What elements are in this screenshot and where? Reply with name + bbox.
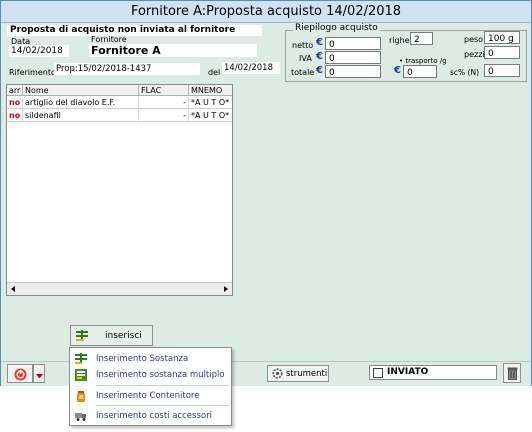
column-header-flac[interactable]: FLAC <box>139 85 189 96</box>
cell-arr: no <box>7 110 23 122</box>
riferimento-label: Riferimento <box>9 68 56 77</box>
menu-item-inserimento-multiplo[interactable]: Inserimento sostanza multiplo <box>70 366 231 384</box>
peso-label: peso <box>464 35 484 44</box>
table-row[interactable]: no sildenafil - *A U T O* <box>7 110 232 122</box>
items-table[interactable]: arr Nome FLAC MNEMO no artiglio del diav… <box>6 84 233 296</box>
iva-field[interactable]: 0 <box>325 51 381 64</box>
inserisci-button[interactable]: inserisci <box>70 325 153 346</box>
del-value: 14/02/2018 <box>222 62 280 74</box>
column-header-arr[interactable]: arr <box>7 85 23 96</box>
container-icon <box>75 390 87 402</box>
strumenti-button[interactable]: strumenti <box>267 365 329 382</box>
iva-label: IVA <box>299 54 312 63</box>
truck-icon <box>75 410 87 422</box>
chevron-down-icon <box>36 372 43 382</box>
inserisci-label: inserisci <box>105 331 142 341</box>
pezzi-field[interactable]: 0 <box>484 46 520 59</box>
menu-item-label: Inserimento sostanza multiplo <box>96 370 225 380</box>
menu-item-label: Inserimento Sostanza <box>96 354 189 364</box>
scroll-left-icon[interactable] <box>9 285 18 293</box>
totale-field[interactable]: 0 <box>325 65 381 78</box>
menu-separator <box>96 405 229 406</box>
table-row[interactable]: no artiglio del diavolo E.F. - *A U T O* <box>7 97 232 109</box>
totale-label: totale <box>291 68 315 77</box>
menu-separator <box>96 385 229 386</box>
strumenti-label: strumenti <box>286 369 328 379</box>
netto-label: netto <box>292 41 314 50</box>
column-header-mnemo[interactable]: MNEMO <box>189 85 232 96</box>
trasporto-currency: € <box>394 65 401 76</box>
trash-icon <box>507 366 518 383</box>
add-list-icon <box>75 329 89 343</box>
inviato-checkbox[interactable] <box>373 368 383 378</box>
trasporto-label: • trasporto /g <box>399 57 447 65</box>
menu-item-label: Inserimento Contenitore <box>96 391 200 401</box>
cell-arr: no <box>7 97 23 109</box>
riepilogo-title: Riepilogo acquisto <box>293 23 380 33</box>
pezzi-label: pezzi <box>464 50 485 59</box>
cell-flac: - <box>139 97 189 109</box>
data-value: 14/02/2018 <box>9 45 69 57</box>
cell-mnemo: *A U T O* <box>191 98 230 107</box>
power-icon <box>14 368 27 384</box>
inserisci-menu: Inserimento Sostanza Inserimento sostanz… <box>69 347 232 426</box>
cell-nome: sildenafil <box>23 110 139 122</box>
scroll-right-icon[interactable] <box>221 285 230 293</box>
horizontal-scrollbar[interactable] <box>7 282 232 295</box>
status-text: Proposta di acquisto non inviata al forn… <box>10 25 236 35</box>
cell-mnemo: *A U T O* <box>191 111 230 120</box>
main-window: Fornitore A:Proposta acquisto 14/02/2018… <box>0 0 532 386</box>
add-multiple-icon <box>75 369 87 381</box>
sconto-field[interactable]: 0 <box>484 64 520 77</box>
column-header-nome[interactable]: Nome <box>23 85 139 96</box>
add-substance-icon <box>75 353 87 365</box>
table-header: arr Nome FLAC MNEMO <box>7 85 232 96</box>
netto-currency: € <box>316 37 323 48</box>
dropdown-button[interactable] <box>33 364 45 383</box>
cell-nome: artiglio del diavolo E.F. <box>23 97 139 109</box>
close-proposal-button[interactable] <box>7 364 33 383</box>
fornitore-label: Fornitore <box>91 35 127 44</box>
riferimento-field[interactable]: Prop:15/02/2018-1437 <box>54 63 200 75</box>
del-label: del <box>208 68 221 77</box>
menu-item-inserimento-costi[interactable]: Inserimento costi accessori <box>70 407 231 425</box>
inviato-label: INVIATO <box>387 367 429 377</box>
cell-flac: - <box>139 110 189 122</box>
menu-item-label: Inserimento costi accessori <box>96 411 212 421</box>
netto-field[interactable]: 0 <box>325 37 381 50</box>
trasporto-field[interactable]: 0 <box>403 65 437 78</box>
sconto-label: sc% (N) <box>450 68 480 77</box>
righe-field[interactable]: 2 <box>410 32 433 45</box>
peso-field[interactable]: 100 g <box>484 31 520 44</box>
righe-label: righe <box>389 36 410 45</box>
delete-button[interactable] <box>503 363 521 383</box>
gear-icon <box>272 368 283 382</box>
inviato-panel: INVIATO <box>369 365 497 380</box>
iva-currency: € <box>316 51 323 62</box>
fornitore-value: Fornitore A <box>89 44 257 57</box>
menu-item-inserimento-contenitore[interactable]: Inserimento Contenitore <box>70 387 231 405</box>
window-title: Fornitore A:Proposta acquisto 14/02/2018 <box>1 1 531 23</box>
status-banner: Proposta di acquisto non inviata al forn… <box>7 25 262 36</box>
totale-currency: € <box>316 65 323 76</box>
